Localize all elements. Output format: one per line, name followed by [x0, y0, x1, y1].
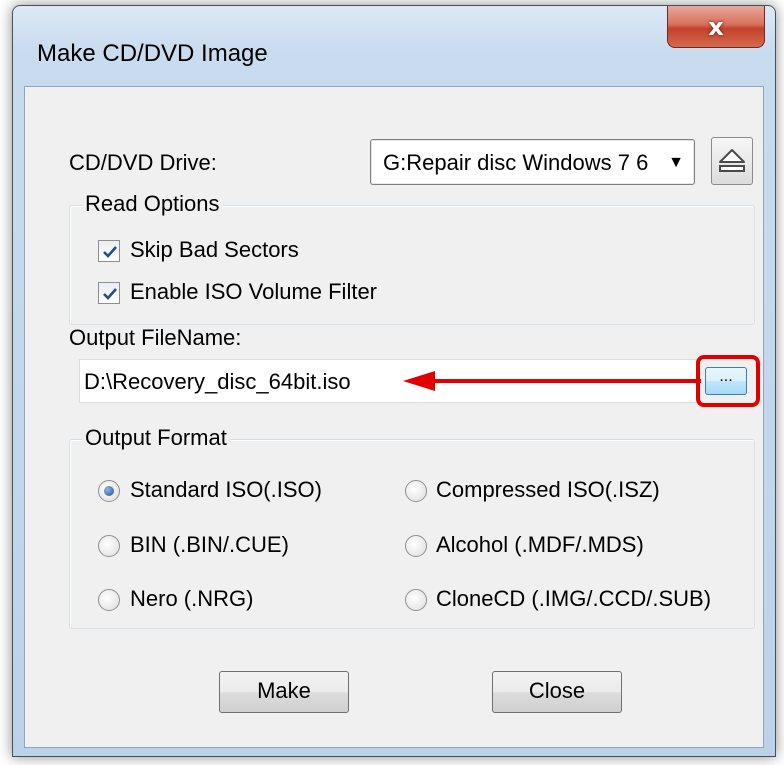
- skip-bad-sectors-checkbox[interactable]: [98, 240, 120, 262]
- radio-compressed-iso-label: Compressed ISO(.ISZ): [436, 477, 660, 502]
- radio-clonecd-label: CloneCD (.IMG/.CCD/.SUB): [436, 586, 712, 611]
- annotation-arrow: [403, 371, 701, 391]
- checkmark-icon: [103, 288, 117, 300]
- radio-nero-label: Nero (.NRG): [130, 586, 254, 611]
- iso-volume-filter-label: Enable ISO Volume Filter: [130, 279, 378, 304]
- read-options-group: Read Options Skip Bad Sectors Enable ISO…: [69, 191, 755, 325]
- dialog-window: Make CD/DVD Image x CD/DVD Drive: G:Repa…: [12, 5, 776, 757]
- skip-bad-sectors-label: Skip Bad Sectors: [130, 237, 299, 262]
- radio-selected-dot: [104, 486, 114, 496]
- close-button[interactable]: Close: [492, 671, 622, 713]
- radio-bin-cue[interactable]: [98, 535, 120, 557]
- radio-standard-iso-label: Standard ISO(.ISO): [130, 477, 322, 502]
- output-format-group: Output Format Standard ISO(.ISO) Compres…: [69, 425, 755, 629]
- read-options-title: Read Options: [82, 191, 223, 217]
- eject-button[interactable]: [711, 137, 753, 185]
- output-format-title: Output Format: [82, 425, 230, 451]
- eject-icon: [719, 149, 745, 172]
- radio-alcohol[interactable]: [405, 535, 427, 557]
- output-filename-value: D:\Recovery_disc_64bit.iso: [84, 369, 351, 394]
- radio-nero[interactable]: [98, 589, 120, 611]
- title-bar: Make CD/DVD Image: [13, 6, 775, 86]
- radio-clonecd[interactable]: [405, 589, 427, 611]
- window-title: Make CD/DVD Image: [37, 40, 268, 67]
- radio-bin-cue-label: BIN (.BIN/.CUE): [130, 532, 289, 557]
- iso-volume-filter-checkbox[interactable]: [98, 282, 120, 304]
- checkmark-icon: [103, 246, 117, 258]
- drive-select-value: G:Repair disc Windows 7 6: [383, 150, 649, 175]
- make-button[interactable]: Make: [219, 671, 349, 713]
- radio-alcohol-label: Alcohol (.MDF/.MDS): [436, 532, 644, 557]
- drive-label: CD/DVD Drive:: [69, 150, 217, 175]
- dialog-body: CD/DVD Drive: G:Repair disc Windows 7 6 …: [24, 86, 764, 748]
- radio-compressed-iso[interactable]: [405, 480, 427, 502]
- annotation-highlight-box: [696, 355, 760, 407]
- chevron-down-icon: ▼: [668, 154, 684, 171]
- radio-standard-iso[interactable]: [98, 480, 120, 502]
- drive-select[interactable]: G:Repair disc Windows 7 6 ▼: [370, 139, 695, 185]
- output-filename-label: Output FileName:: [69, 325, 242, 350]
- close-icon: x: [708, 12, 724, 41]
- window-close-button[interactable]: x: [667, 6, 765, 48]
